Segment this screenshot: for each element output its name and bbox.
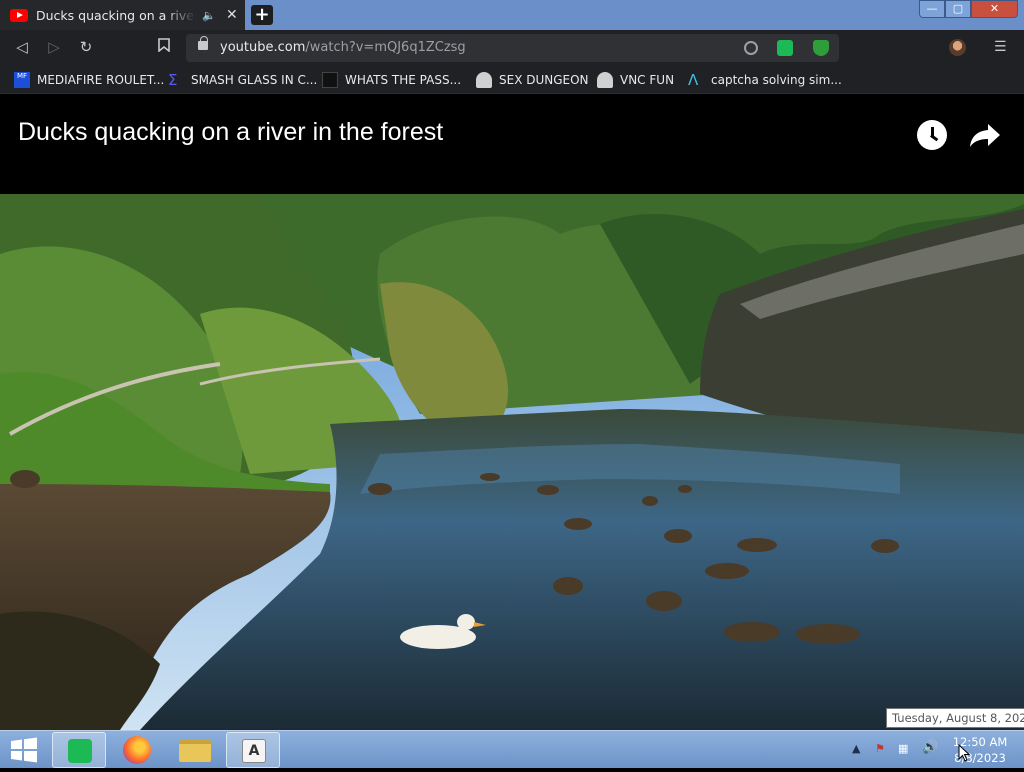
back-button[interactable]: ◁	[13, 38, 31, 56]
tab-title: Ducks quacking on a river in the forest	[36, 7, 196, 23]
video-frame[interactable]	[0, 194, 1024, 730]
browser-menu-icon[interactable]: ☰	[994, 39, 1007, 55]
bookmark-sex-dungeon[interactable]: SEX DUNGEON	[476, 72, 589, 88]
video-title[interactable]: Ducks quacking on a river in the forest	[18, 118, 443, 147]
bookmark-mediafire[interactable]: MF MEDIAFIRE ROULET...	[14, 72, 164, 88]
profile-avatar[interactable]	[949, 39, 966, 56]
taskbar-chat-app[interactable]	[52, 732, 106, 768]
taskbar-firefox[interactable]	[110, 732, 164, 768]
speaker-icon[interactable]: 🔈	[202, 9, 216, 22]
folder-icon	[179, 740, 211, 762]
extension-shield-icon[interactable]	[813, 40, 829, 56]
network-icon[interactable]: ▦	[898, 742, 908, 755]
bookmark-vnc-fun[interactable]: VNC FUN	[597, 72, 674, 88]
taskbar-file-explorer[interactable]	[168, 732, 222, 768]
sigma-icon: Σ	[168, 71, 178, 89]
mouse-cursor-icon	[958, 744, 970, 762]
bookmark-icon[interactable]	[155, 38, 173, 56]
browser-window: Ducks quacking on a river in the forest …	[0, 0, 1024, 768]
ghost-icon	[597, 72, 613, 88]
extension-video-icon[interactable]	[744, 41, 758, 55]
bookmark-captcha[interactable]: Λ captcha solving sim...	[688, 72, 842, 88]
tab-active[interactable]: Ducks quacking on a river in the forest …	[0, 0, 245, 30]
maximize-button[interactable]: ▢	[945, 0, 971, 18]
bookmark-smash-glass[interactable]: Σ SMASH GLASS IN C...	[168, 72, 317, 88]
volume-icon[interactable]: 🔊	[922, 740, 938, 755]
browser-toolbar: ◁ ▷ ↻ youtube.com/watch?v=mQJ6q1ZCzsg ☰	[0, 30, 1024, 65]
taskbar: A ▲ ⚑ ▦ 🔊 12:50 AM 8/8/2023	[0, 730, 1024, 768]
show-hidden-icons[interactable]: ▲	[852, 742, 860, 755]
mediafire-icon: MF	[14, 72, 30, 88]
new-tab-button[interactable]: +	[251, 5, 273, 25]
address-bar[interactable]: youtube.com/watch?v=mQJ6q1ZCzsg	[186, 34, 839, 62]
windows-icon	[11, 737, 37, 763]
share-icon[interactable]	[968, 120, 1002, 150]
forward-button[interactable]: ▷	[45, 38, 63, 56]
bookmarks-bar: MF MEDIAFIRE ROULET... Σ SMASH GLASS IN …	[0, 65, 1024, 94]
url-text[interactable]: youtube.com/watch?v=mQJ6q1ZCzsg	[220, 40, 466, 55]
extension-chat-icon[interactable]	[777, 40, 793, 56]
youtube-icon	[10, 8, 28, 22]
lambda-icon: Λ	[688, 71, 699, 89]
minimize-button[interactable]: —	[919, 0, 945, 18]
ghost-icon	[476, 72, 492, 88]
start-button[interactable]	[2, 732, 46, 768]
date-tooltip: Tuesday, August 8, 2023	[886, 708, 1024, 728]
action-center-flag-icon[interactable]: ⚑	[875, 742, 885, 755]
watch-later-icon[interactable]	[917, 120, 947, 150]
firefox-icon	[123, 736, 151, 764]
taskbar-app-store[interactable]: A	[226, 732, 280, 768]
reload-button[interactable]: ↻	[77, 38, 95, 56]
chat-app-icon	[68, 739, 92, 763]
robot-icon	[322, 72, 338, 88]
tab-strip: Ducks quacking on a river in the forest …	[0, 0, 1024, 30]
tab-close-button[interactable]: ✕	[226, 7, 238, 23]
video-player[interactable]: Ducks quacking on a river in the forest	[0, 94, 1024, 730]
bookmark-whats-the-pass[interactable]: WHATS THE PASS...	[322, 72, 461, 88]
lock-icon[interactable]	[198, 36, 208, 50]
window-close-button[interactable]: ✕	[971, 0, 1018, 18]
store-icon: A	[242, 739, 266, 763]
